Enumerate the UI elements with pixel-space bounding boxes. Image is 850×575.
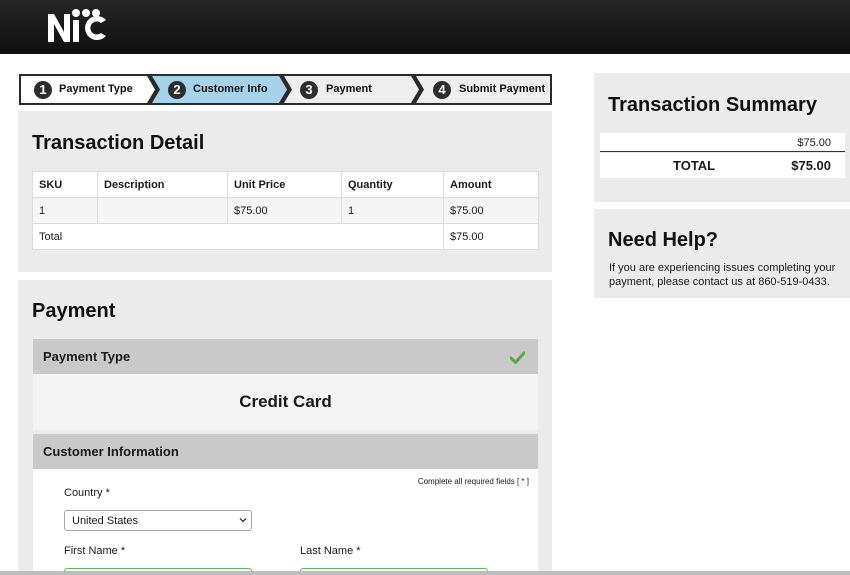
step-number: 2 — [168, 81, 186, 99]
step-number: 3 — [300, 81, 318, 99]
step-number: 4 — [433, 81, 451, 99]
column-header: SKU — [32, 171, 98, 198]
transaction-detail-title: Transaction Detail — [32, 132, 205, 154]
column-header: Amount — [443, 171, 539, 198]
table-total-row: Total $75.00 — [32, 223, 539, 250]
column-header: Quantity — [341, 171, 444, 198]
cell-unit-price: $75.00 — [227, 197, 342, 224]
payment-type-header[interactable]: Payment Type — [33, 339, 538, 374]
cell-total-amount: $75.00 — [443, 223, 539, 250]
step-label: Payment Type — [59, 83, 133, 95]
customer-info-heading: Customer Information — [43, 444, 179, 459]
step-label: Payment — [326, 83, 372, 95]
chevron-down-icon — [239, 518, 247, 523]
step-label: Submit Payment — [459, 83, 546, 95]
last-name-label: Last Name * — [300, 545, 361, 557]
cell-amount: $75.00 — [443, 197, 539, 224]
transaction-detail-table: SKU Description Unit Price Quantity Amou… — [32, 171, 539, 250]
summary-total-label: TOTAL — [673, 158, 716, 173]
first-name-label: First Name * — [64, 545, 126, 557]
summary-total-row: TOTAL $75.00 — [600, 153, 845, 178]
column-header: Description — [97, 171, 228, 198]
step-payment[interactable]: 3 Payment — [284, 76, 411, 103]
need-help-title: Need Help? — [608, 229, 719, 251]
cell-sku: 1 — [32, 197, 98, 224]
horizontal-scrollbar[interactable] — [0, 571, 850, 575]
country-label: Country * — [64, 487, 110, 499]
table-header-row: SKU Description Unit Price Quantity Amou… — [32, 171, 539, 198]
step-number: 1 — [34, 81, 52, 99]
progress-stepper: 1 Payment Type 2 Customer Info 3 Payment… — [19, 74, 552, 105]
summary-total-amount: $75.00 — [791, 158, 831, 173]
transaction-summary-title: Transaction Summary — [608, 94, 817, 116]
customer-info-header[interactable]: Customer Information — [33, 434, 538, 469]
summary-line-amount: $75.00 — [797, 137, 831, 149]
top-bar — [0, 0, 850, 54]
need-help-text: If you are experiencing issues completin… — [609, 262, 836, 288]
country-select[interactable]: United States — [64, 510, 252, 531]
payment-type-body: Credit Card — [33, 374, 538, 430]
summary-line-row: $75.00 — [600, 133, 845, 152]
country-value: United States — [72, 515, 139, 527]
required-fields-note: Complete all required fields [ * ] — [417, 477, 529, 486]
cell-description — [97, 197, 228, 224]
step-payment-type[interactable]: 1 Payment Type — [21, 76, 147, 103]
step-customer-info[interactable]: 2 Customer Info — [152, 76, 279, 103]
step-submit-payment[interactable]: 4 Submit Payment — [416, 76, 550, 103]
payment-type-value: Credit Card — [239, 392, 332, 411]
payment-type-heading: Payment Type — [43, 349, 131, 364]
nic-logo[interactable] — [48, 6, 108, 44]
cell-quantity: 1 — [341, 197, 444, 224]
table-row: 1 $75.00 1 $75.00 — [32, 197, 539, 224]
checkmark-icon — [510, 351, 525, 364]
column-header: Unit Price — [227, 171, 342, 198]
payment-title: Payment — [32, 300, 116, 322]
step-label: Customer Info — [193, 83, 268, 95]
cell-total-label: Total — [32, 223, 444, 250]
